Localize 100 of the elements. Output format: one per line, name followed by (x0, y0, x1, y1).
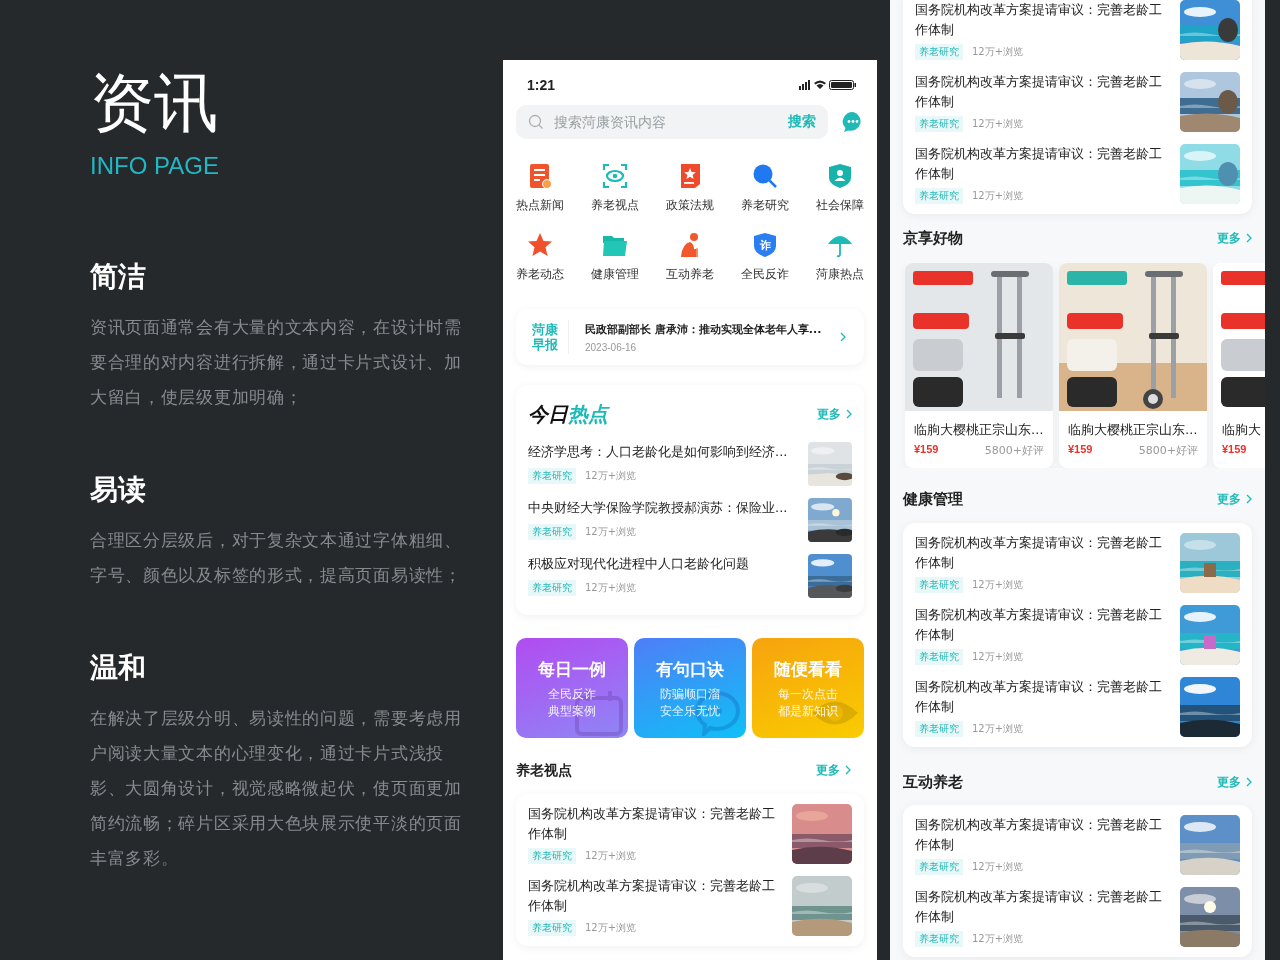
tag: 养老研究 (915, 721, 963, 737)
price: ¥159 (914, 443, 939, 457)
article-item[interactable]: 经济学思考：人口老龄化是如何影响到经济... 养老研究 12万+浏览 (528, 436, 852, 492)
article-title: 国务院机构改革方案提请审议：完善老龄工作体制 (915, 145, 1163, 183)
review-count: 5800+好评 (984, 443, 1044, 458)
eye-icon (602, 163, 629, 189)
tag: 养老研究 (528, 468, 576, 484)
view-count: 12万+浏览 (585, 469, 637, 483)
section-title: 今日 (528, 402, 568, 426)
principle-text: 合理区分层级后，对于复杂文本通过字体粗细、字号、颜色以及标签的形式，提高页面易读性； (90, 529, 463, 587)
principle-heading: 简洁 (90, 261, 147, 293)
article-title: 中央财经大学保险学院教授郝演苏：保险业... (528, 499, 788, 517)
view-count: 12万+浏览 (972, 722, 1024, 736)
section-title: 京享好物 (903, 228, 963, 249)
briefing-label: 菏康早报 (532, 322, 558, 352)
view-count: 12万+浏览 (972, 117, 1024, 131)
article-title: 积极应对现代化进程中人口老龄化问题 (528, 555, 749, 573)
news-icon (527, 163, 554, 189)
article-item[interactable]: 国务院机构改革方案提请审议：完善老龄工作体制 养老研究 12万+浏览 (516, 798, 864, 870)
article-title: 国务院机构改革方案提请审议：完善老龄工作体制 (915, 606, 1163, 644)
chevron-icon (840, 332, 846, 342)
chevron-icon (846, 409, 852, 419)
tag: 养老研究 (528, 848, 576, 864)
status-time: 1:21 (527, 77, 556, 93)
promo-subtitle: 每一次点击 (778, 686, 838, 703)
briefing-card[interactable]: 菏康早报 民政部副部长 唐承沛：推动实现全体老年人享... 2023-06-16 (516, 309, 864, 365)
category-item[interactable]: 社会保障 (802, 163, 877, 214)
view-count: 12万+浏览 (972, 932, 1024, 946)
view-count: 12万+浏览 (972, 650, 1024, 664)
view-count: 12万+浏览 (972, 860, 1024, 874)
product-card[interactable]: 临朐大樱桃正宗山东… ¥159 5800+好评 (1059, 263, 1207, 468)
article-item[interactable]: 国务院机构改革方案提请审议：完善老龄工作体制 养老研究 12万+浏览 (903, 809, 1252, 881)
tag: 养老研究 (915, 859, 963, 875)
tag: 养老研究 (528, 580, 576, 596)
principle-heading: 温和 (90, 652, 147, 684)
tag: 养老研究 (915, 44, 963, 60)
article-title: 国务院机构改革方案提请审议：完善老龄工作体制 (528, 805, 776, 843)
page-title: 资讯 (90, 66, 219, 140)
product-card[interactable]: 临朐大 ¥159 (1213, 263, 1265, 468)
category-item[interactable]: 互动养老 (652, 232, 728, 283)
magnifier-icon (751, 163, 778, 189)
price: ¥159 (1222, 443, 1247, 455)
category-item[interactable]: 菏康热点 (802, 232, 877, 283)
section-title: 健康管理 (903, 489, 963, 510)
category-item[interactable]: 热点新闻 (503, 163, 578, 214)
tag: 养老研究 (528, 920, 576, 936)
article-item[interactable]: 国务院机构改革方案提请审议：完善老龄工作体制 养老研究 12万+浏览 (903, 66, 1252, 138)
article-item[interactable]: 国务院机构改革方案提请审议：完善老龄工作体制 养老研究 12万+浏览 (903, 0, 1252, 66)
search-icon (528, 114, 544, 130)
category-item[interactable]: 诈 全民反诈 (727, 232, 803, 283)
review-count: 5800+好评 (1138, 443, 1198, 458)
principle-text: 在解决了层级分明、易读性的问题，需要考虑用户阅读大量文本的心理变化，通过卡片式浅投影、大圆角设计，视觉感略微起伏，使页面更加简约流畅；碎片区采用大色块展示使平淡的页面丰富多彩。 (90, 707, 463, 870)
promo-card[interactable]: 每日一例 全民反诈 典型案例 (516, 638, 628, 738)
promo-subtitle: 全民反诈 (548, 686, 596, 703)
briefing-date: 2023-06-16 (585, 341, 638, 353)
badge-icon: 诈 (751, 232, 778, 258)
article-title: 国务院机构改革方案提请审议：完善老龄工作体制 (915, 534, 1163, 572)
view-count: 12万+浏览 (972, 578, 1024, 592)
status-icons (799, 79, 857, 91)
article-item[interactable]: 积极应对现代化进程中人口老龄化问题 养老研究 12万+浏览 (528, 548, 852, 604)
tag: 养老研究 (528, 524, 576, 540)
view-count: 12万+浏览 (585, 849, 637, 863)
article-item[interactable]: 中央财经大学保险学院教授郝演苏：保险业... 养老研究 12万+浏览 (528, 492, 852, 548)
view-count: 12万+浏览 (585, 581, 637, 595)
tag: 养老研究 (915, 188, 963, 204)
category-item[interactable]: 政策法规 (652, 163, 728, 214)
chevron-icon (1246, 777, 1252, 787)
article-item[interactable]: 国务院机构改革方案提请审议：完善老龄工作体制 养老研究 12万+浏览 (903, 138, 1252, 210)
price: ¥159 (1068, 443, 1093, 457)
category-item[interactable]: 养老研究 (727, 163, 803, 214)
category-item[interactable]: 养老视点 (577, 163, 653, 214)
article-item[interactable]: 国务院机构改革方案提请审议：完善老龄工作体制 养老研究 12万+浏览 (903, 527, 1252, 599)
chat-icon[interactable] (842, 111, 864, 133)
article-title: 国务院机构改革方案提请审议：完善老龄工作体制 (915, 888, 1163, 926)
tag: 养老研究 (915, 116, 963, 132)
view-count: 12万+浏览 (585, 921, 637, 935)
tag: 养老研究 (915, 931, 963, 947)
chevron-icon (1246, 233, 1252, 243)
page-subtitle: INFO PAGE (90, 151, 220, 181)
article-item[interactable]: 国务院机构改革方案提请审议：完善老龄工作体制 养老研究 12万+浏览 (903, 881, 1252, 953)
calendar-icon (574, 690, 624, 736)
shield-icon (826, 163, 853, 189)
tag: 养老研究 (915, 649, 963, 665)
principle-heading: 易读 (90, 474, 147, 506)
promo-subtitle: 防骗顺口溜 (660, 686, 720, 703)
principle-text: 资讯页面通常会有大量的文本内容，在设计时需要合理的对内容进行拆解，通过卡片式设计、加大留白，使层级更加明确； (90, 316, 463, 409)
chevron-icon (1246, 494, 1252, 504)
product-card[interactable]: 临朐大樱桃正宗山东… ¥159 5800+好评 (905, 263, 1053, 468)
article-item[interactable]: 国务院机构改革方案提请审议：完善老龄工作体制 养老研究 12万+浏览 (903, 599, 1252, 671)
category-item[interactable]: 健康管理 (577, 232, 653, 283)
article-item[interactable]: 国务院机构改革方案提请审议：完善老龄工作体制 养老研究 12万+浏览 (903, 671, 1252, 743)
category-item[interactable]: 养老动态 (503, 232, 578, 283)
article-title: 经济学思考：人口老龄化是如何影响到经济... (528, 443, 788, 461)
promo-subtitle: 典型案例 (548, 703, 596, 720)
star-icon (527, 232, 554, 258)
view-count: 12万+浏览 (972, 45, 1024, 59)
article-item[interactable]: 国务院机构改革方案提请审议：完善老龄工作体制 养老研究 12万+浏览 (516, 870, 864, 942)
promo-subtitle: 都是新知识 (778, 703, 838, 720)
briefing-headline: 民政部副部长 唐承沛：推动实现全体老年人享... (585, 321, 823, 337)
article-title: 国务院机构改革方案提请审议：完善老龄工作体制 (915, 1, 1163, 39)
